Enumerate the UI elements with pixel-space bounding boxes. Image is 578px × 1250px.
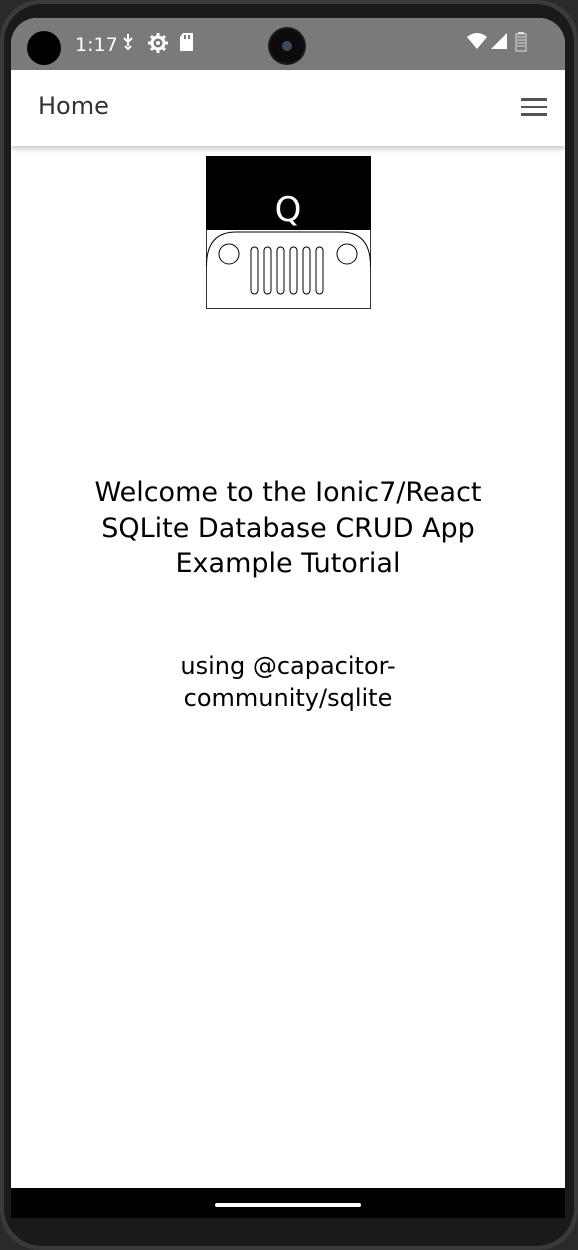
usb-debug-icon bbox=[121, 32, 135, 58]
settings-gear-icon bbox=[147, 32, 169, 60]
status-time: 1:17 bbox=[75, 34, 118, 56]
menu-line bbox=[521, 113, 547, 116]
device-frame: 1:17 Home Q Welcome to the Ionic7/React … bbox=[0, 0, 578, 1250]
menu-line bbox=[521, 98, 547, 101]
center-camera-icon bbox=[270, 29, 304, 63]
status-bar: 1:17 bbox=[11, 18, 565, 70]
menu-line bbox=[521, 105, 547, 108]
sd-card-icon bbox=[179, 32, 195, 58]
home-indicator-handle[interactable] bbox=[215, 1203, 361, 1207]
battery-icon bbox=[515, 32, 527, 58]
app-header-toolbar: Home bbox=[11, 70, 565, 146]
front-camera-icon bbox=[27, 31, 61, 65]
subtitle-text: using @capacitor-community/sqlite bbox=[180, 652, 396, 712]
logo-letter: Q bbox=[275, 190, 302, 230]
app-screen: 1:17 Home Q Welcome to the Ionic7/React … bbox=[11, 18, 565, 1218]
main-content: Q Welcome to the Ionic7/React SQLite Dat… bbox=[11, 146, 565, 1188]
app-logo-image: Q bbox=[206, 156, 371, 309]
system-navigation-bar bbox=[11, 1188, 565, 1218]
menu-hamburger-icon[interactable] bbox=[521, 96, 547, 118]
page-title: Home bbox=[38, 92, 109, 120]
welcome-heading: Welcome to the Ionic7/React SQLite Datab… bbox=[94, 477, 482, 579]
cell-signal-icon bbox=[490, 32, 508, 56]
wifi-icon bbox=[466, 32, 488, 56]
